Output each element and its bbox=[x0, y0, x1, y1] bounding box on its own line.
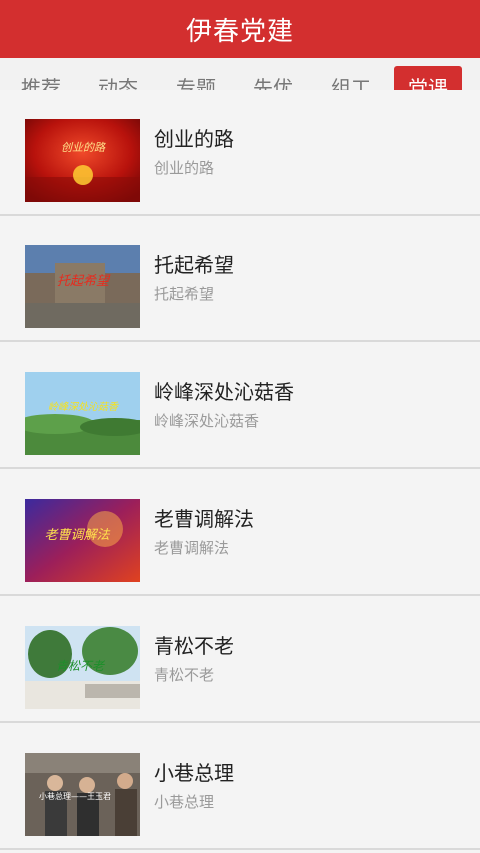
thumbnail-image: 青松不老 bbox=[25, 626, 140, 709]
item-title: 托起希望 bbox=[154, 253, 234, 277]
thumb-caption: 岭峰深处沁菇香 bbox=[48, 401, 119, 413]
thumbnail-image: 托起希望 bbox=[25, 245, 140, 328]
list-item[interactable]: 老曹调解法 老曹调解法 老曹调解法 bbox=[0, 470, 480, 596]
thumb-caption: 小巷总理——王玉君 bbox=[39, 791, 111, 801]
item-subtitle: 创业的路 bbox=[154, 159, 215, 177]
thumbnail-image: 小巷总理——王玉君 bbox=[25, 753, 140, 836]
app-title: 伊春党建 bbox=[185, 16, 294, 47]
item-subtitle: 托起希望 bbox=[154, 285, 215, 303]
list-item[interactable]: 小巷总理——王玉君 小巷总理 小巷总理 bbox=[0, 724, 480, 850]
item-title: 岭峰深处沁菇香 bbox=[154, 380, 294, 404]
app-header: 伊春党建 bbox=[0, 0, 480, 58]
item-subtitle: 青松不老 bbox=[154, 666, 215, 684]
thumb-caption: 托起希望 bbox=[57, 274, 111, 289]
thumbnail-image: 老曹调解法 bbox=[25, 499, 140, 582]
thumb-caption: 青松不老 bbox=[56, 659, 106, 673]
list-item[interactable]: 托起希望 托起希望 托起希望 bbox=[0, 216, 480, 342]
thumb-caption: 创业的路 bbox=[61, 141, 106, 154]
item-title: 创业的路 bbox=[154, 127, 234, 151]
thumbnail-image: 岭峰深处沁菇香 bbox=[25, 372, 140, 455]
thumbnail-image: 创业的路 bbox=[25, 119, 140, 202]
item-subtitle: 小巷总理 bbox=[154, 793, 215, 811]
list-item[interactable]: 创业的路 创业的路 创业的路 bbox=[0, 90, 480, 216]
item-title: 青松不老 bbox=[154, 634, 234, 658]
list-item[interactable]: 岭峰深处沁菇香 岭峰深处沁菇香 岭峰深处沁菇香 bbox=[0, 343, 480, 469]
item-subtitle: 老曹调解法 bbox=[154, 539, 230, 557]
item-subtitle: 岭峰深处沁菇香 bbox=[154, 412, 260, 430]
list-item[interactable]: 青松不老 青松不老 青松不老 bbox=[0, 597, 480, 723]
item-title: 老曹调解法 bbox=[154, 507, 254, 531]
item-title: 小巷总理 bbox=[154, 761, 234, 785]
thumb-caption: 老曹调解法 bbox=[44, 528, 110, 543]
